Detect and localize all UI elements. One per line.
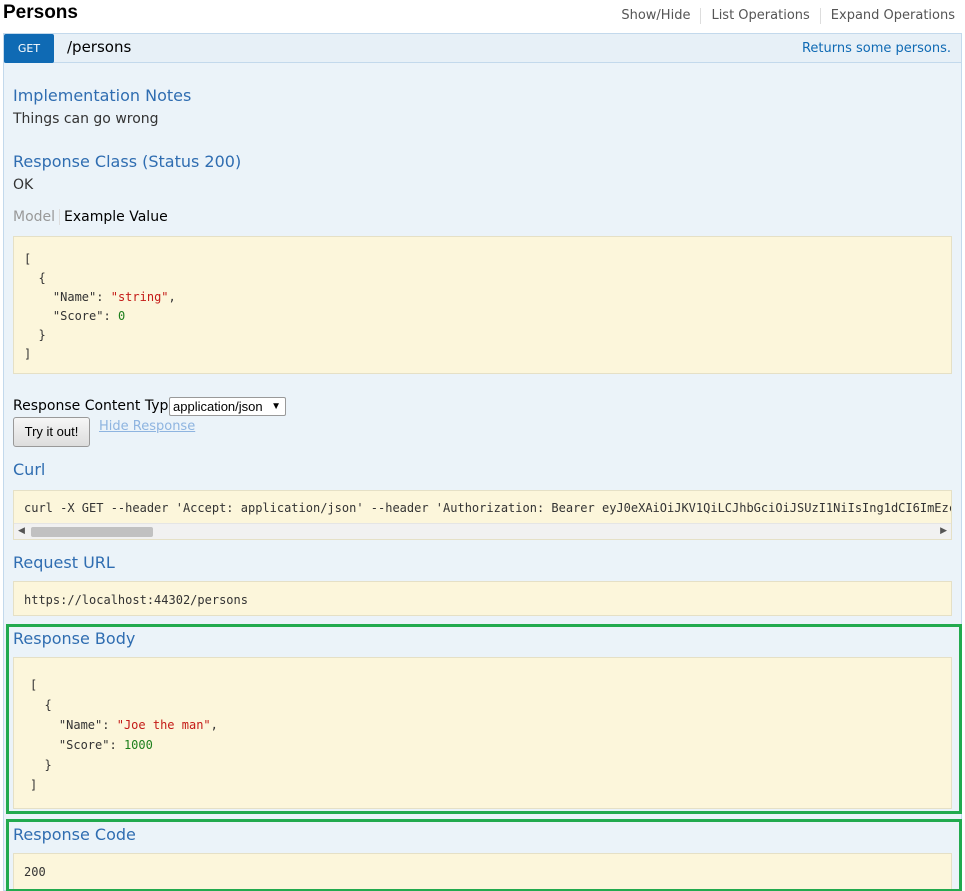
example-value-code: [ { "Name": "string", "Score": 0 } ]	[24, 252, 176, 361]
resource-links: Show/Hide List Operations Expand Operati…	[611, 8, 955, 24]
tab-example-value[interactable]: Example Value	[60, 209, 168, 225]
try-it-out-button[interactable]: Try it out!	[13, 417, 90, 447]
list-operations-link[interactable]: List Operations	[700, 8, 819, 24]
resource-header: Persons Show/Hide List Operations Expand…	[0, 0, 965, 33]
response-code-highlight	[6, 819, 962, 891]
scroll-right-icon[interactable]: ▶	[940, 526, 947, 536]
example-value-box: [ { "Name": "string", "Score": 0 } ]	[13, 236, 952, 374]
request-url-value: https://localhost:44302/persons	[24, 593, 248, 607]
curl-box: curl -X GET --header 'Accept: applicatio…	[13, 490, 952, 540]
scroll-left-icon[interactable]: ◀	[18, 526, 25, 536]
tab-model[interactable]: Model	[13, 209, 61, 225]
select-value: application/json	[173, 399, 263, 414]
operation-panel: GET /persons Returns some persons. Imple…	[3, 33, 962, 891]
horizontal-scrollbar[interactable]: ◀ ▶	[14, 523, 951, 539]
show-hide-link[interactable]: Show/Hide	[611, 8, 700, 24]
dropdown-arrow-icon: ▼	[271, 401, 281, 412]
curl-command: curl -X GET --header 'Accept: applicatio…	[24, 501, 952, 515]
hide-response-link[interactable]: Hide Response	[99, 419, 195, 434]
model-tabs: Model Example Value	[13, 209, 168, 225]
response-content-type-label: Response Content Type	[13, 398, 177, 414]
response-class-text: OK	[13, 177, 34, 193]
curl-heading: Curl	[13, 460, 46, 479]
expand-operations-link[interactable]: Expand Operations	[819, 8, 955, 24]
response-body-highlight	[6, 624, 962, 814]
request-url-heading: Request URL	[13, 553, 115, 572]
implementation-notes-heading: Implementation Notes	[13, 86, 192, 105]
operation-header[interactable]: GET /persons Returns some persons.	[4, 34, 961, 63]
implementation-notes-text: Things can go wrong	[13, 111, 159, 127]
response-content-type-select[interactable]: application/json ▼	[169, 397, 286, 416]
operation-summary[interactable]: Returns some persons.	[802, 41, 951, 56]
response-class-heading: Response Class (Status 200)	[13, 152, 242, 171]
operation-path[interactable]: /persons	[67, 38, 131, 56]
http-method-badge[interactable]: GET	[4, 34, 54, 63]
request-url-box: https://localhost:44302/persons	[13, 581, 952, 616]
resource-title: Persons	[3, 2, 78, 23]
scrollbar-thumb[interactable]	[31, 527, 153, 537]
